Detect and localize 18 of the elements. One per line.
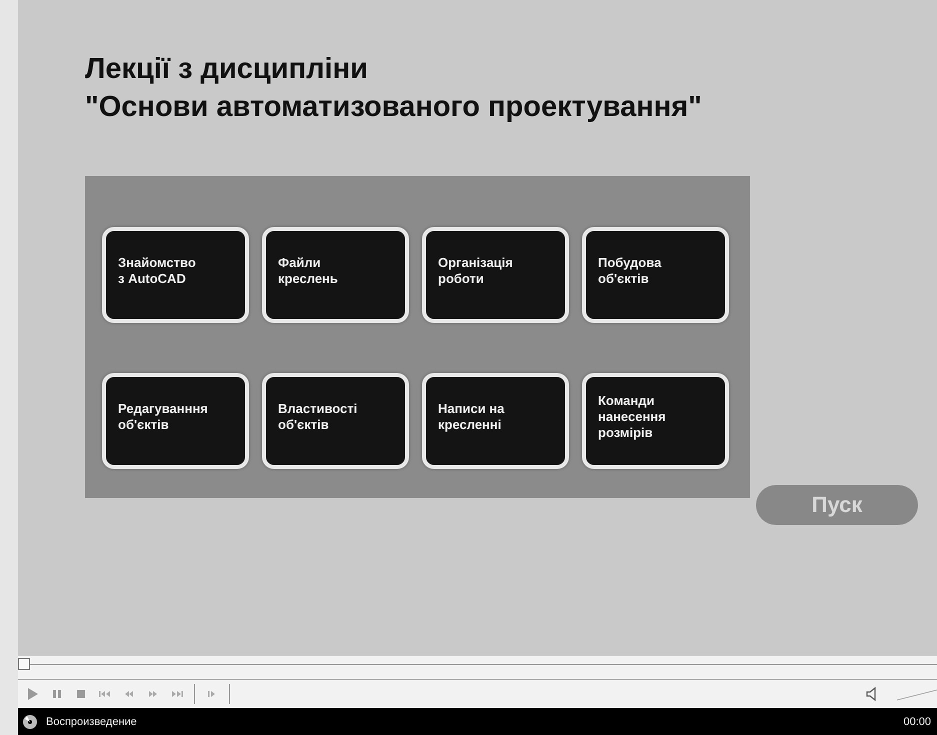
stop-icon[interactable] [74, 687, 88, 701]
lecture-button[interactable]: Побудова об'єктів [582, 227, 729, 323]
lecture-button[interactable]: Команди нанесення розмірів [582, 373, 729, 469]
time-display: 00:00 [903, 716, 931, 728]
lecture-button[interactable]: Властивості об'єктів [262, 373, 409, 469]
playback-status: Воспроизведение [46, 716, 137, 728]
pause-icon[interactable] [50, 687, 64, 701]
slide-title: Лекції з дисципліни "Основи автоматизованого проектування" [85, 52, 702, 125]
disc-icon [22, 714, 38, 730]
lecture-button[interactable]: Організація роботи [422, 227, 569, 323]
seek-bar[interactable] [18, 655, 937, 680]
lecture-button[interactable]: Файли креслень [262, 227, 409, 323]
seek-thumb[interactable] [18, 658, 30, 670]
lecture-button[interactable]: Написи на кресленні [422, 373, 569, 469]
play-icon[interactable] [26, 687, 40, 701]
volume-scale-icon [897, 687, 937, 701]
lecture-button[interactable]: Знайомство з AutoCAD [102, 227, 249, 323]
lecture-button[interactable]: Редагуванння об'єктів [102, 373, 249, 469]
